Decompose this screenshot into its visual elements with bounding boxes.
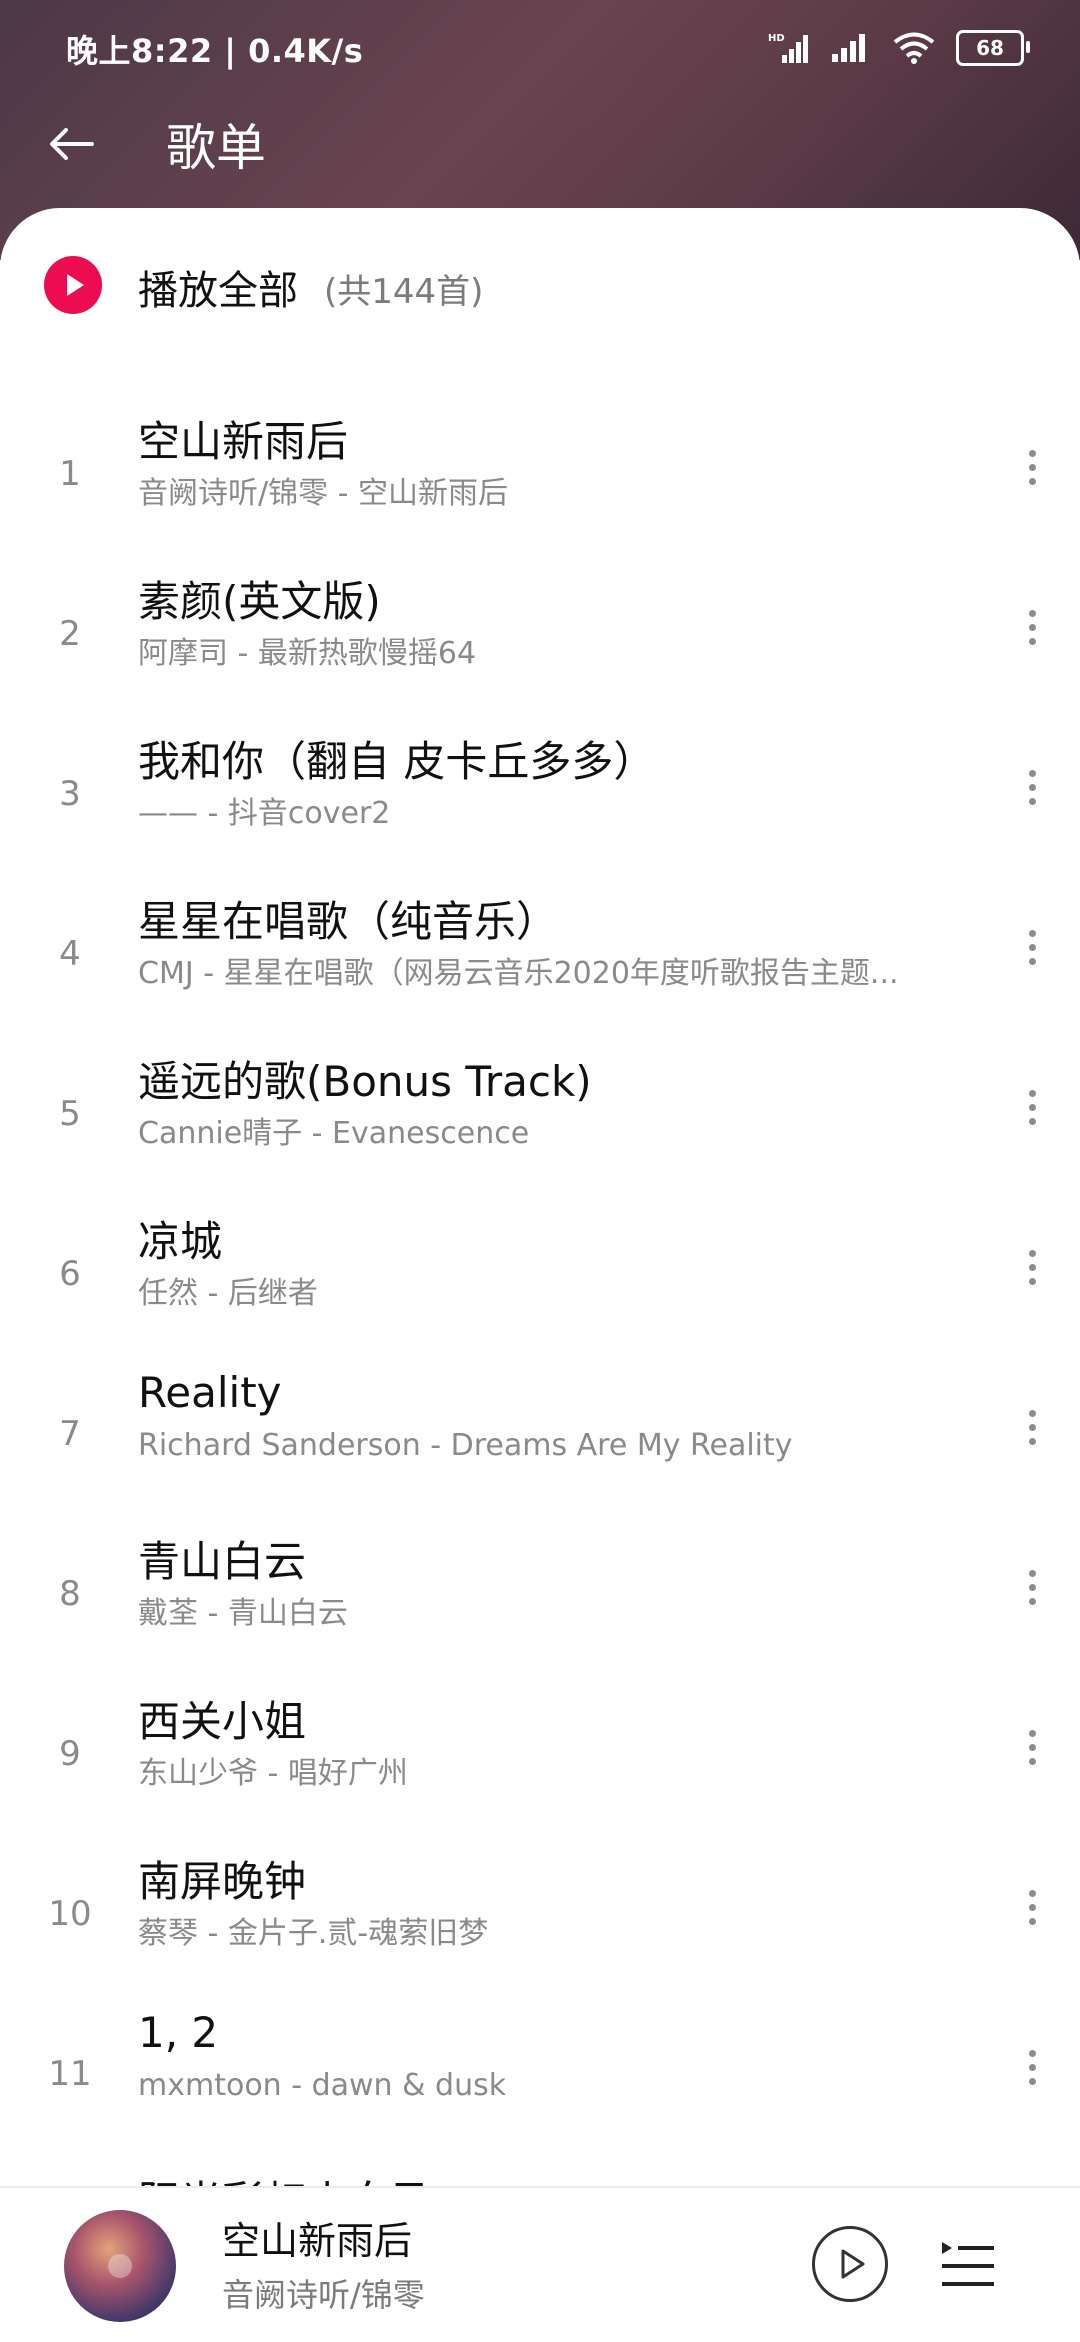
song-index: 9 <box>59 1734 81 1774</box>
play-circle-icon <box>44 256 102 314</box>
play-all-label: 播放全部 <box>138 268 298 314</box>
song-index: 3 <box>59 774 81 814</box>
more-options-icon[interactable] <box>1012 1398 1052 1458</box>
mini-player[interactable]: 空山新雨后 音阙诗听/锦零 <box>0 2186 1080 2342</box>
song-index: 1 <box>59 454 81 494</box>
song-index: 5 <box>59 1094 81 1134</box>
more-options-icon[interactable] <box>1012 1078 1052 1138</box>
more-options-icon[interactable] <box>1012 2038 1052 2098</box>
song-subtitle: CMJ - 星星在唱歌（网易云音乐2020年度听歌报告主题... <box>138 956 899 991</box>
song-row[interactable]: 8 青山白云戴荃 - 青山白云 <box>0 1518 1080 1678</box>
status-time-speed: 晚上8:22 | 0.4K/s <box>66 32 364 70</box>
song-subtitle: mxmtoon - dawn & dusk <box>138 2068 507 2103</box>
song-title: Reality <box>138 1368 282 1417</box>
status-bar: 晚上8:22 | 0.4K/s HD 68 <box>0 0 1080 96</box>
song-subtitle: 戴荃 - 青山白云 <box>138 1596 348 1631</box>
song-index: 2 <box>59 614 81 654</box>
play-icon <box>841 2249 865 2279</box>
song-row[interactable]: 6 凉城任然 - 后继者 <box>0 1198 1080 1358</box>
song-row[interactable]: 3 我和你（翻自 皮卡丘多多） —— - 抖音cover2 <box>0 718 1080 878</box>
now-playing-title: 空山新雨后 <box>222 2219 413 2263</box>
song-subtitle: Richard Sanderson - Dreams Are My Realit… <box>138 1428 793 1463</box>
song-row[interactable]: 4 星星在唱歌（纯音乐） CMJ - 星星在唱歌（网易云音乐2020年度听歌报告主题… <box>0 878 1080 1038</box>
song-count: (共144首) <box>324 272 484 312</box>
song-row[interactable]: 5 遥远的歌(Bonus Track) Cannie晴子 - Evanescence <box>0 1038 1080 1198</box>
more-options-icon[interactable] <box>1012 1878 1052 1938</box>
song-title: 空山新雨后 <box>138 417 349 466</box>
song-row[interactable]: 10 南屏晚钟蔡琴 - 金片子.贰-魂萦旧梦 <box>0 1838 1080 1998</box>
signal-icon <box>832 34 865 62</box>
song-subtitle: 蔡琴 - 金片子.贰-魂萦旧梦 <box>138 1916 489 1951</box>
more-options-icon[interactable] <box>1012 1238 1052 1298</box>
song-subtitle: 东山少爷 - 唱好广州 <box>138 1756 408 1791</box>
song-subtitle: —— - 抖音cover2 <box>138 796 391 831</box>
song-title: 南屏晚钟 <box>138 1857 307 1906</box>
song-row[interactable]: 2 素颜(英文版) 阿摩司 - 最新热歌慢摇64 <box>0 558 1080 718</box>
song-index: 10 <box>48 1894 92 1934</box>
song-subtitle: 音阙诗听/锦零 - 空山新雨后 <box>138 476 509 511</box>
song-row[interactable]: 11 1, 2 mxmtoon - dawn & dusk <box>0 1998 1080 2158</box>
song-title: 星星在唱歌（纯音乐） <box>138 897 559 946</box>
song-row[interactable]: 7 Reality Richard Sanderson - Dreams Are M… <box>0 1358 1080 1518</box>
song-index: 11 <box>48 2054 92 2094</box>
back-button[interactable] <box>44 116 100 172</box>
song-title: 素颜(英文版) <box>138 577 381 626</box>
song-row[interactable]: 9 西关小姐东山少爷 - 唱好广州 <box>0 1678 1080 1838</box>
status-icons: HD 68 <box>768 26 1030 70</box>
page-title: 歌单 <box>166 119 266 177</box>
play-button[interactable] <box>812 2226 888 2302</box>
song-index: 6 <box>59 1254 81 1294</box>
more-options-icon[interactable] <box>1012 758 1052 818</box>
back-arrow-icon <box>50 128 94 160</box>
song-index: 4 <box>59 934 81 974</box>
more-options-icon[interactable] <box>1012 598 1052 658</box>
song-title: 青山白云 <box>138 1537 307 1586</box>
wifi-icon <box>893 32 935 64</box>
playlist-icon <box>942 2242 994 2286</box>
song-title: 西关小姐 <box>138 1697 307 1746</box>
song-subtitle: 任然 - 后继者 <box>138 1276 318 1311</box>
more-options-icon[interactable] <box>1012 1558 1052 1618</box>
song-subtitle: 阿摩司 - 最新热歌慢摇64 <box>138 636 477 671</box>
more-options-icon[interactable] <box>1012 438 1052 498</box>
song-index: 7 <box>59 1414 81 1454</box>
song-title: 我和你（翻自 皮卡丘多多） <box>138 737 656 786</box>
battery-level: 68 <box>976 36 1004 60</box>
hd-signal-icon: HD <box>768 33 808 63</box>
play-all-button[interactable]: 播放全部 (共144首) <box>0 238 1080 334</box>
song-subtitle: Cannie晴子 - Evanescence <box>138 1116 530 1151</box>
song-title: 遥远的歌(Bonus Track) <box>138 1057 592 1106</box>
song-title: 凉城 <box>138 1217 223 1266</box>
playlist-sheet: 播放全部 (共144首) 1 空山新雨后音阙诗听/锦零 - 空山新雨后 2 素颜(英文… <box>0 208 1080 2188</box>
now-playing-artist: 音阙诗听/锦零 <box>222 2276 425 2314</box>
song-title: 阳光彩虹小白马 <box>138 2168 432 2188</box>
battery-icon: 68 <box>956 30 1030 66</box>
song-row[interactable]: 12阳光彩虹小白马 <box>0 2158 1080 2188</box>
album-art[interactable] <box>64 2210 176 2322</box>
playlist-button[interactable] <box>938 2236 998 2296</box>
more-options-icon[interactable] <box>1012 1718 1052 1778</box>
song-title: 1, 2 <box>138 2008 219 2057</box>
more-options-icon[interactable] <box>1012 918 1052 978</box>
song-index: 8 <box>59 1574 81 1614</box>
svg-text:HD: HD <box>768 33 785 44</box>
song-row[interactable]: 1 空山新雨后音阙诗听/锦零 - 空山新雨后 <box>0 398 1080 558</box>
